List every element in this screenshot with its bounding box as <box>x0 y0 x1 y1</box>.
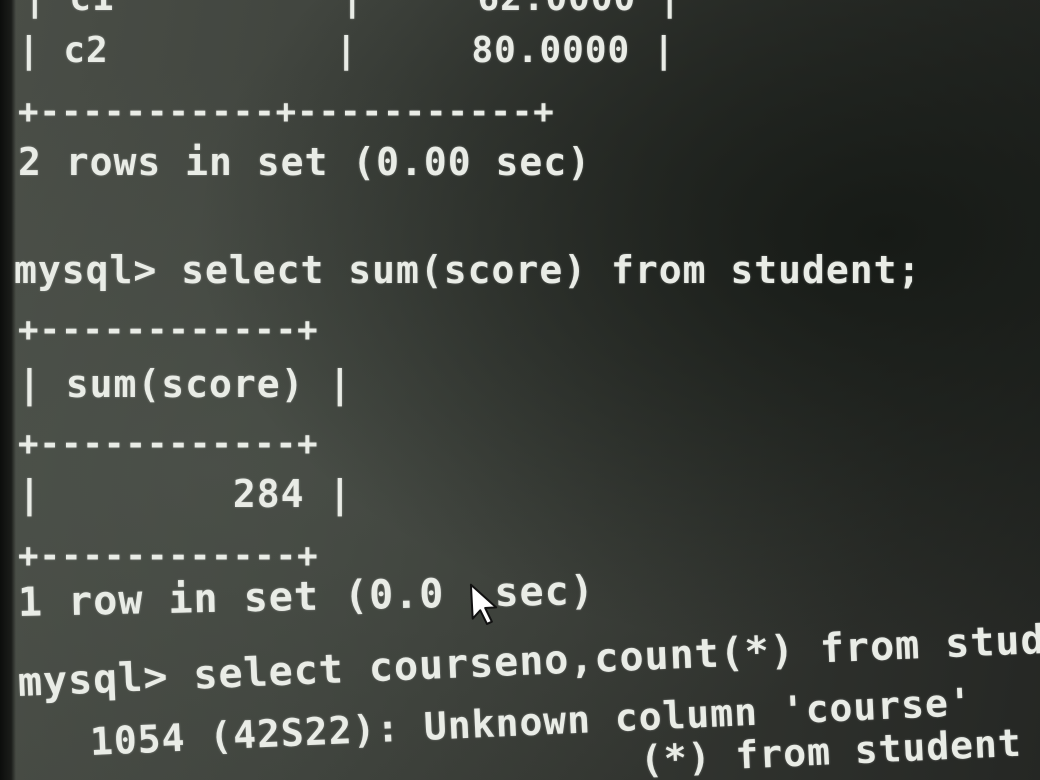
result-header-sum-score: | sum(score) | <box>18 362 353 406</box>
arrow-cursor-icon <box>469 583 498 625</box>
table-border-bottom: +------------+ <box>18 536 319 576</box>
result-row-c2: | c2 | 80.0000 | <box>18 30 676 71</box>
result-value-sum: | 284 | <box>18 472 353 516</box>
table-border-top: +------------+ <box>18 310 319 350</box>
terminal-screen: | c1 | 62.0000 | | c2 | 80.0000 | +-----… <box>0 0 1040 780</box>
table-border-mid: +------------+ <box>18 424 319 464</box>
table-border-wide: +-----------+-----------+ <box>18 92 555 132</box>
monitor-bezel <box>0 0 16 780</box>
result-row-c1: | c1 | 62.0000 | <box>24 0 682 19</box>
mysql-command-sum: mysql> select sum(score) from student; <box>14 248 922 292</box>
rows-in-set-summary-1: 1 row in set (0.0 sec) <box>17 567 596 626</box>
rows-in-set-summary-2: 2 rows in set (0.00 sec) <box>18 140 592 184</box>
